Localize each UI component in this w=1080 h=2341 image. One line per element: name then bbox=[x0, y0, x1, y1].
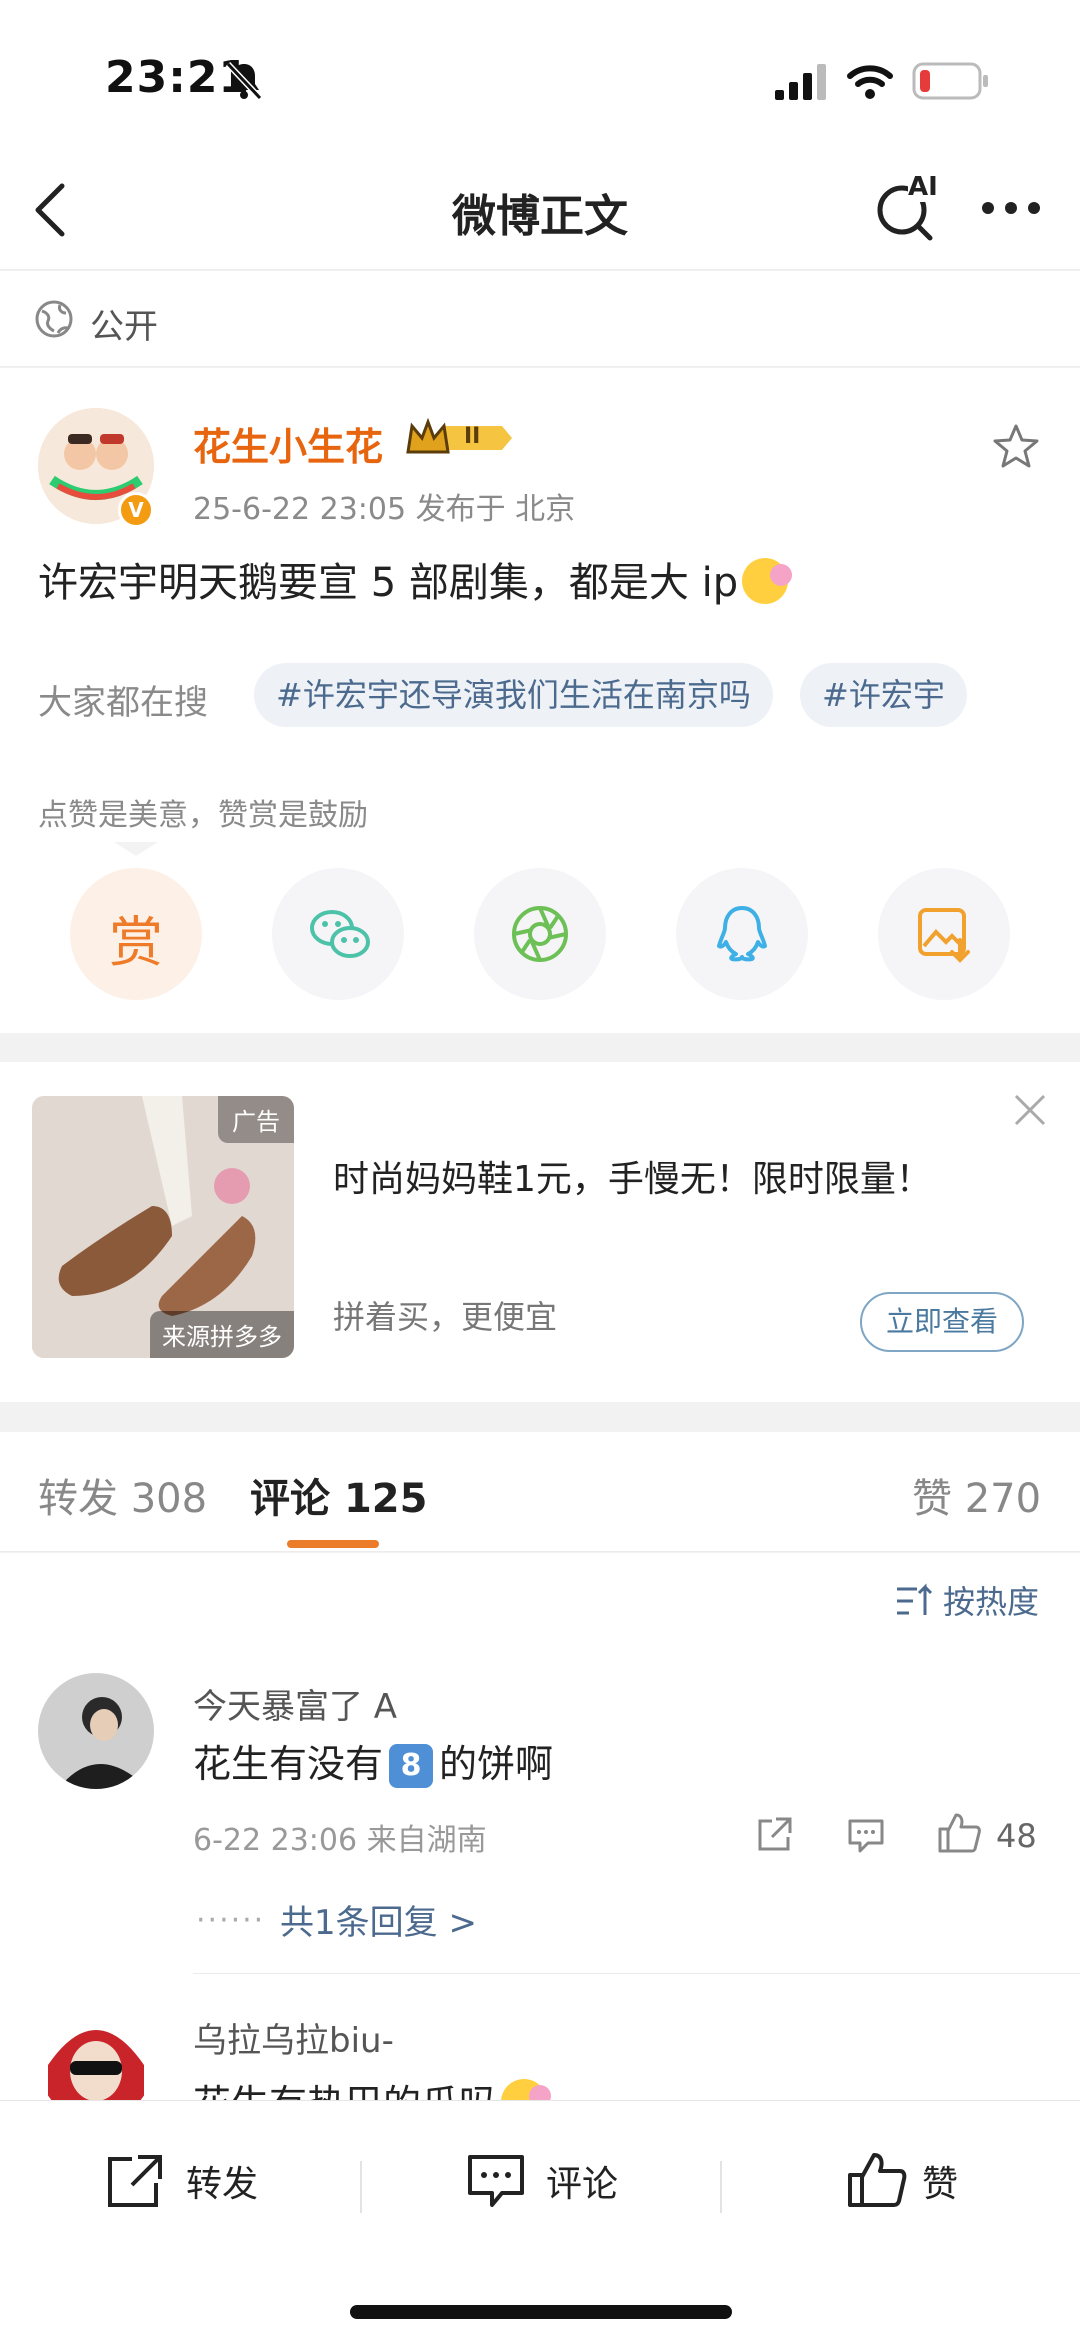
commenter-avatar[interactable] bbox=[38, 1673, 154, 1789]
visibility-label: 公开 bbox=[90, 307, 158, 347]
wifi-icon bbox=[847, 65, 893, 99]
repost-button[interactable]: 转发 bbox=[104, 2147, 284, 2217]
number-badge-icon: 8 bbox=[389, 1744, 434, 1788]
post-meta: 25-6-22 23:05 发布于 北京 bbox=[193, 492, 576, 527]
sort-button[interactable]: 按热度 bbox=[895, 1577, 1055, 1621]
tab-reposts[interactable]: 转发 308 bbox=[38, 1466, 207, 1524]
comment-divider bbox=[193, 1973, 1080, 1974]
trending-tag[interactable]: #许宏宇还导演我们生活在南京吗 bbox=[254, 663, 773, 727]
camera-shutter-icon bbox=[512, 906, 568, 962]
commenter-photo bbox=[38, 1673, 154, 1789]
tab-label: 转发 bbox=[38, 1476, 118, 1522]
share-moments-button[interactable] bbox=[474, 868, 606, 1000]
comment-like-count: 48 bbox=[996, 1817, 1037, 1855]
sort-icon bbox=[897, 1583, 933, 1615]
home-indicator[interactable] bbox=[350, 2305, 732, 2319]
reply-dots: ······ bbox=[196, 1903, 266, 1938]
tab-count: 308 bbox=[130, 1476, 208, 1522]
crown-badge-icon bbox=[406, 417, 512, 454]
sort-label: 按热度 bbox=[943, 1583, 1040, 1621]
cellular-signal-icon bbox=[775, 64, 826, 100]
like-label: 赞 bbox=[922, 2164, 959, 2205]
close-icon[interactable] bbox=[1012, 1092, 1048, 1128]
comment-text: 花生有没有 8 的饼啊 bbox=[193, 1733, 553, 1788]
member-level-text: II bbox=[464, 424, 481, 449]
bar-separator bbox=[360, 2161, 362, 2213]
ad-subtitle: 拼着买，更便宜 bbox=[333, 1298, 558, 1336]
comment-meta: 6-22 23:06 来自湖南 bbox=[193, 1823, 487, 1858]
verified-badge-icon: V bbox=[118, 492, 154, 528]
ad-source: 来源拼多多 bbox=[150, 1311, 294, 1358]
comments-list: 按热度 今天暴富了 A 花生有没有 8 的饼啊 6-22 23:06 来自湖南 48… bbox=[0, 1553, 1080, 2126]
commenter-name[interactable]: 乌拉乌拉biu- bbox=[193, 2013, 394, 2062]
image-download-icon bbox=[918, 908, 970, 963]
view-replies-link[interactable]: 共1条回复 > bbox=[280, 1895, 477, 1944]
reward-button[interactable]: 赏 bbox=[70, 868, 202, 1000]
tab-label: 评论 bbox=[250, 1476, 330, 1522]
ad-product-image[interactable]: 广告 来源拼多多 bbox=[32, 1096, 294, 1358]
repost-icon bbox=[108, 2155, 162, 2207]
qq-penguin-icon bbox=[717, 906, 767, 962]
member-level-badge: II bbox=[404, 416, 514, 460]
comment-text-part: 的饼啊 bbox=[439, 1742, 554, 1786]
wechat-icon bbox=[310, 910, 370, 958]
tab-comments[interactable]: 评论 125 bbox=[250, 1466, 427, 1524]
status-bar: 23:21 bbox=[0, 0, 1080, 150]
like-thumb-icon[interactable] bbox=[936, 1811, 982, 1855]
interaction-tabs: 转发 308 评论 125 赞 270 bbox=[0, 1432, 1080, 1552]
ad-card[interactable]: 广告 来源拼多多 时尚妈妈鞋1元，手慢无！限时限量！ 拼着买，更便宜 立即查看 bbox=[0, 1062, 1080, 1402]
visibility-row: 公开 bbox=[0, 271, 1080, 367]
ad-badge: 广告 bbox=[218, 1096, 294, 1143]
top-navigation-bar: 微博正文 AI bbox=[0, 150, 1080, 270]
flower-emoji-icon bbox=[742, 558, 793, 604]
post-text: 许宏宇明天鹅要宣 5 部剧集，都是大 ip bbox=[38, 550, 793, 608]
hint-pointer-icon bbox=[114, 842, 158, 856]
favorite-star-icon[interactable] bbox=[992, 422, 1040, 470]
repost-icon[interactable] bbox=[754, 1815, 794, 1855]
tab-likes[interactable]: 赞 270 bbox=[912, 1466, 1041, 1524]
post-card: V 花生小生花 II 25-6-22 23:05 发布于 北京 许宏宇明天鹅要宣… bbox=[0, 368, 1080, 1033]
share-qq-button[interactable] bbox=[676, 868, 808, 1000]
ai-label: AI bbox=[908, 172, 938, 202]
reply-icon[interactable] bbox=[846, 1815, 886, 1855]
like-thumb-icon bbox=[848, 2153, 907, 2207]
comment-icon bbox=[468, 2155, 524, 2207]
bell-muted-icon bbox=[225, 61, 263, 101]
active-tab-indicator bbox=[287, 1540, 379, 1548]
reward-hint: 点赞是美意，赞赏是鼓励 bbox=[38, 798, 368, 833]
comment-button[interactable]: 评论 bbox=[466, 2147, 646, 2217]
commenter-name[interactable]: 今天暴富了 A bbox=[193, 1679, 397, 1728]
comment-label: 评论 bbox=[546, 2164, 619, 2205]
ad-view-button[interactable]: 立即查看 bbox=[860, 1292, 1024, 1352]
comment-text-part: 花生有没有 bbox=[193, 1742, 384, 1786]
tab-count: 270 bbox=[964, 1476, 1042, 1522]
save-image-button[interactable] bbox=[878, 868, 1010, 1000]
battery-low-icon bbox=[912, 62, 988, 100]
post-text-content: 许宏宇明天鹅要宣 5 部剧集，都是大 ip bbox=[38, 560, 739, 606]
ai-search-button[interactable]: AI bbox=[872, 172, 942, 242]
globe-icon bbox=[35, 300, 73, 338]
tab-label: 赞 bbox=[912, 1476, 952, 1522]
ad-title[interactable]: 时尚妈妈鞋1元，手慢无！限时限量！ bbox=[333, 1150, 932, 1202]
repost-label: 转发 bbox=[186, 2164, 259, 2205]
reward-button-label: 赏 bbox=[109, 911, 163, 974]
like-button[interactable]: 赞 bbox=[846, 2147, 996, 2217]
trending-search-label: 大家都在搜 bbox=[38, 683, 208, 723]
author-name[interactable]: 花生小生花 bbox=[193, 416, 383, 471]
more-options-icon[interactable] bbox=[980, 200, 1042, 216]
share-wechat-button[interactable] bbox=[272, 868, 404, 1000]
trending-tag[interactable]: #许宏宇 bbox=[800, 663, 967, 727]
bar-separator bbox=[720, 2161, 722, 2213]
tab-count: 125 bbox=[343, 1476, 428, 1522]
